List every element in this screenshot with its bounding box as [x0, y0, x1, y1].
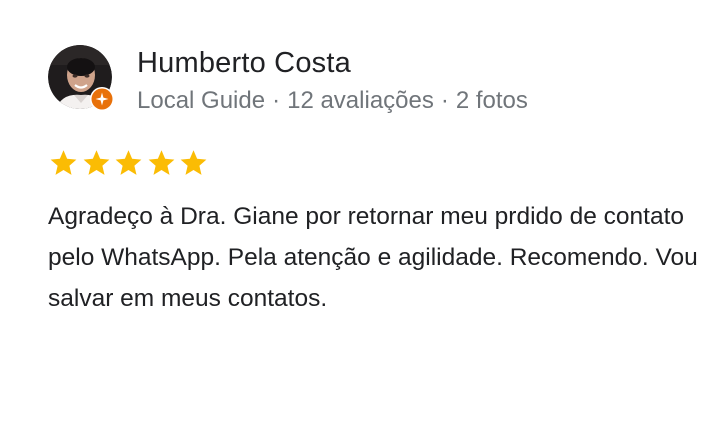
avatar-container[interactable] — [48, 45, 114, 111]
local-guide-badge-icon — [90, 87, 114, 111]
star-icon — [50, 150, 77, 175]
photos-count: 2 fotos — [455, 87, 528, 114]
review-text: Agradeço à Dra. Giane por retornar meu p… — [48, 203, 698, 312]
reviewer-meta: Local Guide · 12 avaliações · 2 fotos — [137, 85, 528, 117]
star-icon — [115, 150, 142, 175]
star-icon — [148, 150, 174, 175]
review-header: Humberto Costa Local Guide · 12 avaliaçõ… — [48, 45, 528, 117]
reviews-count: 12 avaliações — [287, 87, 434, 114]
reviewer-name[interactable]: Humberto Costa — [137, 45, 528, 81]
star-rating — [48, 148, 211, 178]
review-card: Humberto Costa Local Guide · 12 avaliaçõ… — [0, 0, 720, 446]
star-icon — [180, 150, 207, 175]
local-guide-label: Local Guide — [137, 87, 266, 114]
reviewer-info: Humberto Costa Local Guide · 12 avaliaçõ… — [137, 45, 528, 117]
star-icon — [83, 150, 109, 175]
meta-separator: · — [440, 87, 449, 114]
meta-separator: · — [272, 87, 281, 114]
